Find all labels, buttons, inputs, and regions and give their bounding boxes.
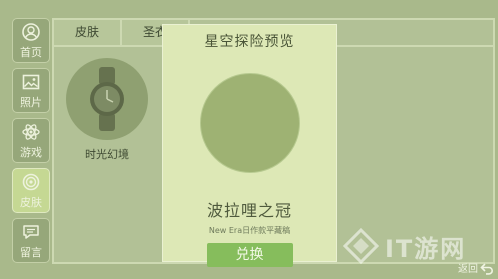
sidebar-item-home[interactable]: 首页 [12, 18, 50, 63]
back-button[interactable]: 返回 [458, 260, 494, 275]
sidebar-item-label: 留言 [20, 245, 42, 259]
sidebar-item-label: 游戏 [20, 145, 42, 159]
sidebar-item-label: 首页 [20, 45, 42, 59]
site-logo-icon [343, 228, 379, 264]
preview-modal: 星空探险预览 波拉哩之冠 New Era日作款平藏稿 兑换 [162, 24, 337, 267]
skin-item[interactable]: 时光幻境 [62, 58, 152, 162]
preview-image [199, 73, 300, 173]
skin-name: 波拉哩之冠 [206, 201, 292, 220]
image-icon [22, 74, 40, 89]
user-icon [22, 22, 40, 41]
watermark-text: IT游网 [385, 234, 467, 263]
watermark: IT游网 [343, 228, 466, 264]
sidebar-item-messages[interactable]: 留言 [12, 218, 50, 263]
skin-item-name: 时光幻境 [85, 148, 129, 161]
sidebar-item-skins[interactable]: 皮肤 [12, 168, 50, 213]
sidebar-item-photos[interactable]: 照片 [12, 68, 50, 113]
atom-icon [22, 123, 40, 140]
sidebar-item-games[interactable]: 游戏 [12, 118, 50, 163]
back-label: 返回 [458, 264, 478, 275]
redeem-button[interactable]: 兑换 [206, 243, 293, 267]
skin-item-thumbnail [66, 58, 148, 140]
back-arrow-icon [480, 262, 493, 275]
sidebar-item-label: 皮肤 [20, 195, 42, 209]
watch-icon [90, 67, 124, 131]
sidebar-item-label: 照片 [20, 95, 42, 109]
tab-skins[interactable]: 皮肤 [54, 20, 122, 45]
modal-title: 星空探险预览 [204, 34, 295, 50]
skin-subtitle: New Era日作款平藏稿 [208, 226, 291, 235]
sidebar: 首页 照片 游戏 皮肤 留言 [12, 18, 50, 263]
chat-icon [23, 224, 39, 239]
ring-icon [22, 173, 40, 190]
